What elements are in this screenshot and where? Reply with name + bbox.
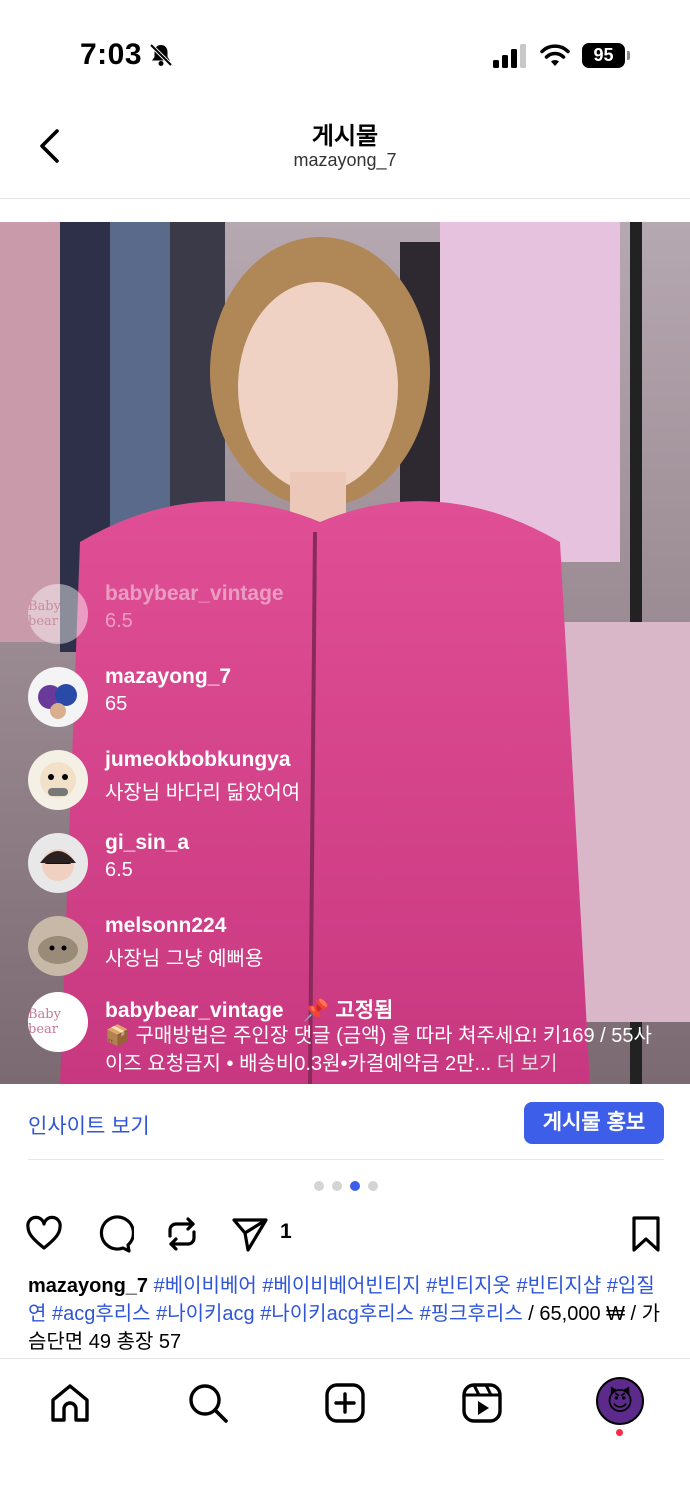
status-bar: 7:03 95 [0,0,690,100]
live-comments: Baby bear babybear_vintage 6.5 mazayong_… [28,574,678,989]
repost-icon[interactable] [162,1214,202,1254]
bell-slash-icon [149,43,173,67]
profile-avatar[interactable]: 😈 [596,1377,644,1425]
status-time: 7:03 [80,38,143,71]
comment-username: gi_sin_a [105,831,190,854]
send-icon[interactable] [230,1214,270,1254]
post-caption: mazayong_7 #베이비베어 #베이비베어빈티지 #빈티지옷 #빈티지샵 … [28,1272,664,1356]
hashtag[interactable]: #빈티지옷 [426,1275,511,1297]
comment-avatar [28,750,88,810]
carousel-dot [314,1181,324,1191]
post-header: 게시물 mazayong_7 [0,100,690,200]
hashtag[interactable]: #베이비베어 [154,1275,257,1297]
comment-avatar [28,916,88,976]
comment-username: melsonn224 [105,914,227,937]
comment-item: Baby bear babybear_vintage 6.5 [28,574,678,657]
comment-avatar: Baby bear [28,584,88,644]
comment-item: mazayong_7 65 [28,657,678,740]
insight-row: 인사이트 보기 게시물 홍보 [0,1086,690,1160]
plus-square-icon[interactable] [323,1381,367,1425]
carousel-dot [332,1181,342,1191]
comment-bubble-icon[interactable] [94,1214,134,1254]
hashtag[interactable]: #나이키acg [156,1303,255,1325]
post-actions: 1 [0,1208,690,1260]
carousel-dot-active [350,1181,360,1191]
carousel-indicator [314,1181,378,1191]
view-insights-link[interactable]: 인사이트 보기 [28,1110,150,1140]
hashtag[interactable]: #베이비베어빈티지 [262,1275,420,1297]
comment-item: jumeokbobkungya 사장님 바다리 닮았어여 [28,740,678,823]
share-count: 1 [280,1220,292,1243]
comment-text: 6.5 [105,859,133,881]
hashtag[interactable]: #빈티지샵 [517,1275,602,1297]
devil-emoji-icon: 😈 [606,1385,634,1416]
comment-item: gi_sin_a 6.5 [28,823,678,906]
comment-avatar [28,667,88,727]
header-divider [0,198,690,199]
more-link[interactable]: 더 보기 [497,1053,558,1075]
home-icon[interactable] [48,1381,92,1425]
post-media[interactable]: Baby bear babybear_vintage 6.5 mazayong_… [0,222,690,1084]
comment-username: jumeokbobkungya [105,748,291,771]
battery-level: 95 [582,43,625,68]
comment-text: 사장님 바다리 닮았어여 [105,782,301,804]
caption-username[interactable]: mazayong_7 [28,1275,148,1297]
comment-avatar [28,833,88,893]
comment-username: mazayong_7 [105,665,232,688]
cellular-signal-icon [493,44,526,68]
heart-icon[interactable] [24,1214,64,1254]
hashtag[interactable]: #acg후리스 [52,1303,151,1325]
search-icon[interactable] [186,1381,230,1425]
comment-item: melsonn224 사장님 그냥 예뻐용 [28,906,678,989]
pinned-comment-username: babybear_vintage [105,999,284,1022]
hashtag[interactable]: #나이키acg후리스 [260,1303,414,1325]
promote-post-button[interactable]: 게시물 홍보 [524,1102,664,1144]
battery-indicator: 95 [582,43,630,68]
reels-icon[interactable] [460,1381,504,1425]
page-subtitle[interactable]: mazayong_7 [0,150,690,171]
hashtag[interactable]: #핑크후리스 [420,1303,523,1325]
pinned-badge: 📌 고정됨 [303,999,394,1022]
comment-text: 사장님 그냥 예뻐용 [105,948,264,970]
page-title: 게시물 [311,123,379,150]
pin-icon: 📌 [303,999,330,1022]
comment-username: babybear_vintage [105,582,284,605]
comment-text: 6.5 [105,610,133,632]
insight-divider [28,1159,664,1160]
pinned-comment-header: babybear_vintage 📌 고정됨 [105,994,393,1024]
pinned-comment-avatar: Baby bear [28,992,88,1052]
carousel-dot [368,1181,378,1191]
comment-text: 65 [105,693,128,715]
notification-dot [616,1429,623,1436]
bottom-nav: 😈 [0,1358,690,1500]
wifi-icon [540,44,570,66]
pinned-comment-text: 📦 구매방법은 주인장 댓글 (금액) 을 따라 쳐주세요! 키169 / 55… [105,1025,652,1075]
bookmark-icon[interactable] [626,1214,666,1254]
